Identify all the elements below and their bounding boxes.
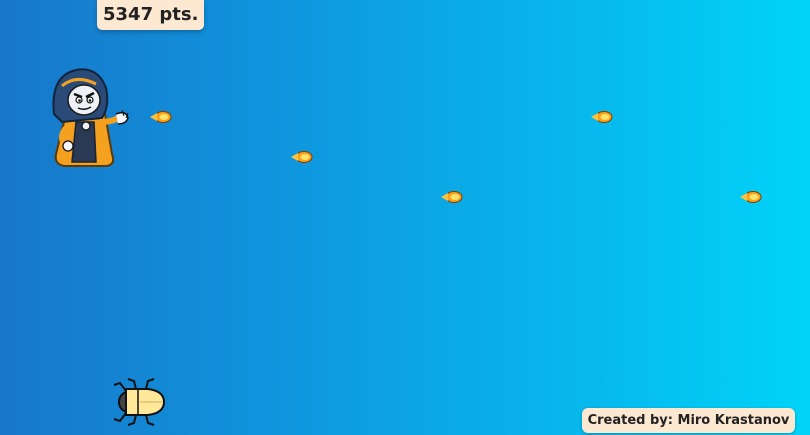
- score-display: 5347 pts.: [97, 0, 205, 30]
- credit-badge: Created by: Miro Krastanov: [582, 408, 795, 433]
- game-canvas[interactable]: 5347 pts. Created by: Miro Krastanov: [0, 0, 810, 435]
- wizard-icon: [52, 68, 129, 167]
- fireball-icon: [591, 111, 613, 123]
- fireball-icon: [291, 151, 313, 163]
- fireball-icon: [441, 191, 463, 203]
- fireball-icon: [740, 191, 762, 203]
- fireball-icon: [150, 111, 172, 123]
- beetle-bug-icon: [113, 378, 166, 426]
